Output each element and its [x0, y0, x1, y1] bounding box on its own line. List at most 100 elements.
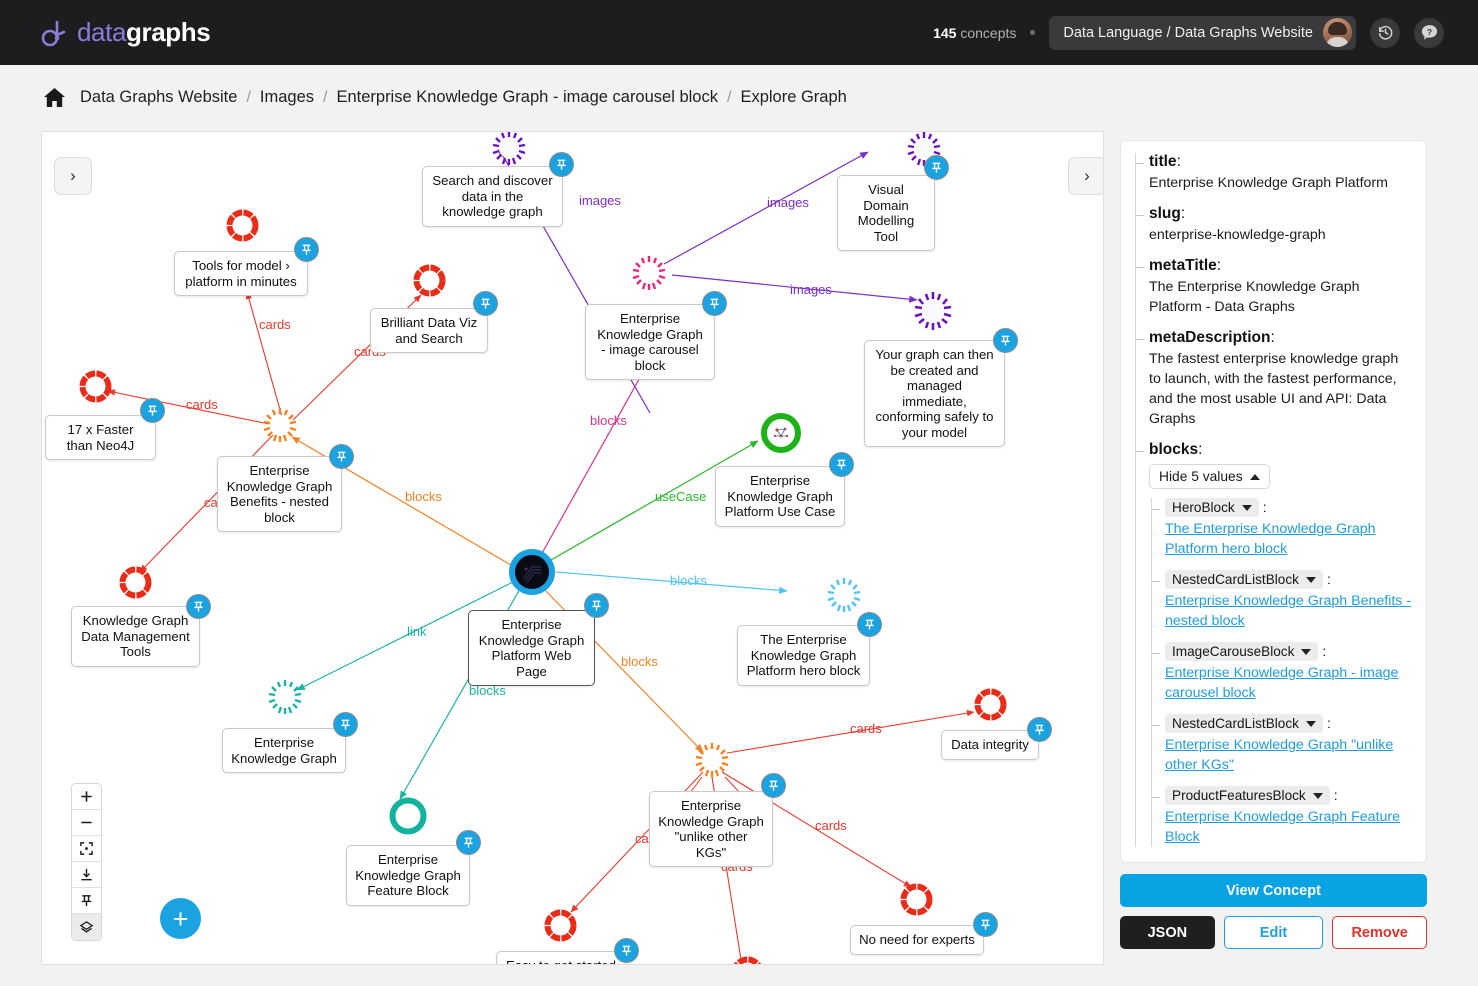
history-icon[interactable] [1370, 17, 1400, 48]
block-type-dropdown[interactable]: HeroBlock [1165, 498, 1259, 517]
hide-values-toggle[interactable]: Hide 5 values [1149, 464, 1270, 489]
block-link[interactable]: Enterprise Knowledge Graph - image carou… [1165, 663, 1412, 703]
block-type-label: NestedCardListBlock [1172, 572, 1299, 587]
app-logo[interactable]: datagraphs [38, 17, 211, 48]
graph-canvas[interactable]: images images images cards cards cards b… [41, 131, 1104, 965]
edit-button[interactable]: Edit [1223, 916, 1324, 949]
node-label-hero-block[interactable]: The Enterprise Knowledge Graph Platform … [737, 625, 870, 686]
pin-icon[interactable] [924, 155, 949, 180]
block-type-dropdown[interactable]: NestedCardListBlock [1165, 714, 1323, 733]
block-link[interactable]: Enterprise Knowledge Graph Benefits - ne… [1165, 591, 1412, 631]
zoom-in-icon[interactable] [72, 784, 101, 810]
node-shape-kg-data-mgmt[interactable] [116, 563, 155, 602]
add-node-button[interactable]: + [160, 898, 201, 939]
avatar[interactable] [1323, 18, 1352, 47]
node-label-your-graph[interactable]: Your graph can then be created and manag… [864, 340, 1005, 447]
node-label-feature-block[interactable]: Enterprise Knowledge Graph Feature Block [346, 845, 470, 906]
node-shape-hero-block[interactable] [825, 576, 863, 614]
node-label-unlike-other-kgs[interactable]: Enterprise Knowledge Graph "unlike other… [649, 791, 773, 867]
node-shape-clipped-bottom[interactable] [728, 953, 767, 964]
node-label-search-discover[interactable]: Search and discover data in the knowledg… [422, 166, 563, 227]
node-shape-easy-start[interactable] [541, 906, 580, 945]
node-label-easy-start[interactable]: Easy to get started [496, 951, 626, 964]
node-shape-search-discover[interactable] [490, 132, 528, 167]
pin-icon[interactable] [702, 291, 727, 316]
node-label-image-carousel[interactable]: Enterprise Knowledge Graph - image carou… [585, 304, 715, 380]
pin-icon[interactable] [186, 594, 211, 619]
layers-icon[interactable] [72, 914, 101, 940]
node-label-ekg[interactable]: Enterprise Knowledge Graph [222, 728, 346, 773]
pin-icon[interactable] [333, 712, 358, 737]
node-label-17x-faster[interactable]: 17 x Faster than Neo4J [45, 415, 156, 460]
concept-detail-panel: title: Enterprise Knowledge Graph Platfo… [1120, 140, 1427, 949]
remove-button[interactable]: Remove [1332, 916, 1427, 949]
fit-to-screen-icon[interactable] [72, 836, 101, 862]
zoom-out-icon[interactable] [72, 810, 101, 836]
pin-icon[interactable] [473, 291, 498, 316]
field-title: title: Enterprise Knowledge Graph Platfo… [1135, 153, 1412, 193]
breadcrumb-item-1[interactable]: Images [260, 88, 314, 107]
block-item: NestedCardListBlock : Enterprise Knowled… [1151, 714, 1412, 775]
download-icon[interactable] [72, 862, 101, 888]
block-type-dropdown[interactable]: NestedCardListBlock [1165, 570, 1323, 589]
pin-icon[interactable] [294, 237, 319, 262]
block-type-label: ImageCarouseBlock [1172, 644, 1295, 659]
node-shape-feature-block[interactable] [386, 794, 430, 838]
json-button[interactable]: JSON [1120, 916, 1215, 949]
node-label-benefits-nested[interactable]: Enterprise Knowledge Graph Benefits - ne… [217, 456, 342, 532]
pin-icon[interactable] [614, 938, 639, 963]
field-key: title [1149, 153, 1177, 170]
pin-icon[interactable] [973, 912, 998, 937]
node-label-web-page[interactable]: Enterprise Knowledge Graph Platform Web … [468, 610, 595, 686]
node-label-tools-model[interactable]: Tools for model › platform in minutes [174, 251, 308, 296]
node-label-use-case[interactable]: Enterprise Knowledge Graph Platform Use … [715, 466, 845, 527]
block-link[interactable]: Enterprise Knowledge Graph "unlike other… [1165, 735, 1412, 775]
node-shape-data-integrity[interactable] [971, 685, 1010, 724]
home-icon[interactable] [42, 86, 67, 109]
block-type-dropdown[interactable]: ImageCarouseBlock [1165, 642, 1319, 661]
node-shape-your-graph[interactable] [912, 290, 954, 332]
view-concept-button[interactable]: View Concept [1120, 874, 1427, 907]
expand-left-panel-button[interactable]: › [54, 157, 92, 195]
node-shape-tools-model[interactable] [223, 206, 262, 245]
pin-icon[interactable] [761, 773, 786, 798]
pin-icon[interactable] [993, 328, 1018, 353]
concept-action-buttons: JSON Edit Remove [1120, 916, 1427, 949]
pin-icon[interactable] [584, 593, 609, 618]
help-icon[interactable]: ? [1414, 17, 1444, 48]
pin-icon[interactable] [140, 398, 165, 423]
node-label-kg-data-mgmt[interactable]: Knowledge Graph Data Management Tools [71, 606, 200, 667]
node-label-brilliant-viz[interactable]: Brilliant Data Viz and Search [370, 308, 488, 353]
field-slug: slug: enterprise-knowledge-graph [1135, 205, 1412, 245]
pin-icon[interactable] [456, 830, 481, 855]
node-label-visual-domain[interactable]: Visual Domain Modelling Tool [837, 175, 935, 251]
pin-icon[interactable] [1027, 717, 1052, 742]
pin-icon[interactable] [549, 152, 574, 177]
node-shape-benefits-nested[interactable] [261, 406, 299, 444]
node-shape-unlike-other-kgs[interactable] [693, 741, 731, 779]
node-shape-ekg[interactable] [266, 678, 304, 716]
pin-icon[interactable] [329, 444, 354, 469]
node-shape-brilliant-viz[interactable] [410, 261, 449, 300]
expand-right-panel-button[interactable]: › [1068, 157, 1103, 195]
node-shape-use-case[interactable] [758, 410, 804, 456]
pin-icon[interactable] [857, 612, 882, 637]
node-label-no-experts[interactable]: No need for experts [850, 925, 984, 955]
breadcrumb-item-3[interactable]: Explore Graph [740, 88, 846, 107]
node-shape-no-experts[interactable] [897, 880, 936, 919]
chevron-up-icon [1249, 473, 1260, 480]
block-type-dropdown[interactable]: ProductFeaturesBlock [1165, 786, 1330, 805]
field-blocks: blocks: Hide 5 values HeroBlock : The En… [1135, 441, 1412, 847]
block-link[interactable]: The Enterprise Knowledge Graph Platform … [1165, 519, 1412, 559]
node-shape-17x-faster[interactable] [76, 367, 115, 406]
pin-icon[interactable] [829, 452, 854, 477]
workspace-selector[interactable]: Data Language / Data Graphs Website [1049, 15, 1356, 50]
breadcrumb-item-2[interactable]: Enterprise Knowledge Graph - image carou… [336, 88, 718, 107]
block-link[interactable]: Enterprise Knowledge Graph Feature Block [1165, 807, 1412, 847]
node-label-data-integrity[interactable]: Data integrity [941, 730, 1039, 760]
node-shape-web-page-selected[interactable] [507, 547, 557, 597]
breadcrumb-item-0[interactable]: Data Graphs Website [80, 88, 237, 107]
pin-icon[interactable] [72, 888, 101, 914]
node-shape-image-carousel[interactable] [630, 254, 668, 292]
block-type-label: ProductFeaturesBlock [1172, 788, 1306, 803]
